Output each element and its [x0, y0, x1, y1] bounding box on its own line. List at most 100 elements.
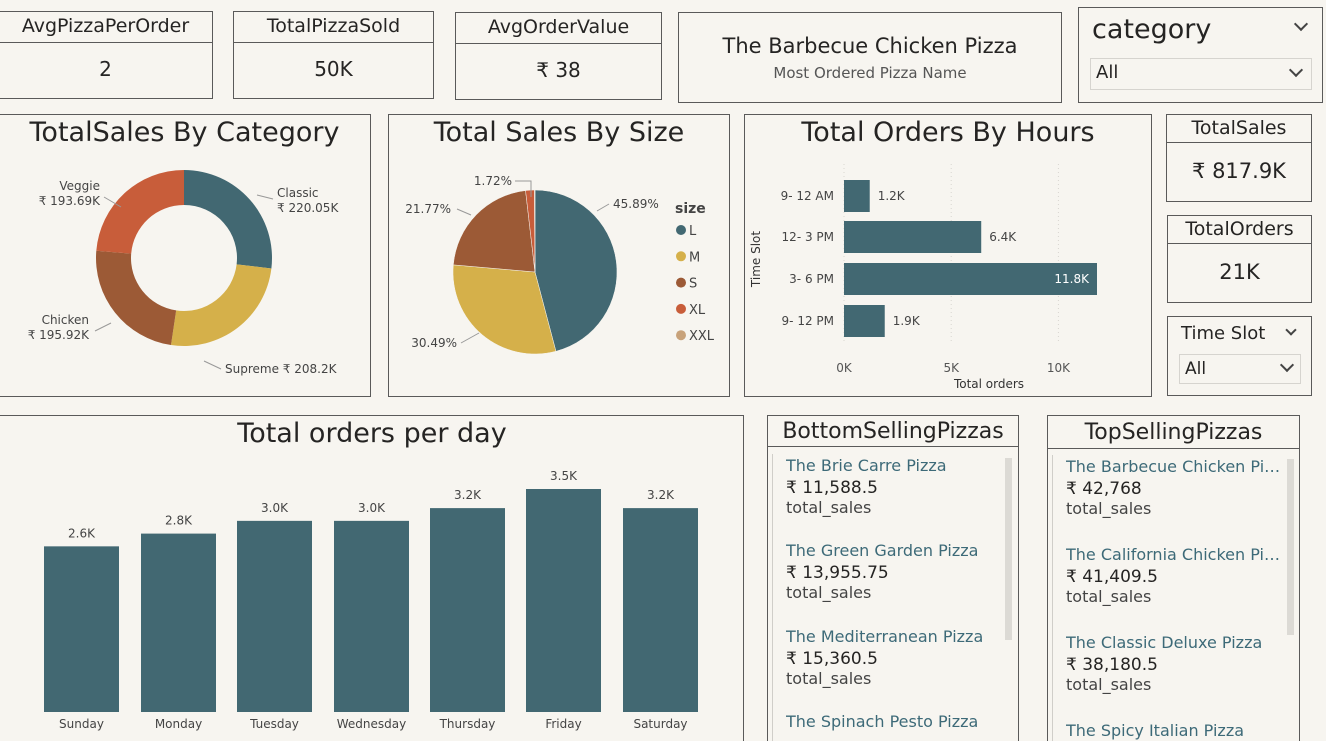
time-slot-dropdown[interactable]: All	[1179, 354, 1301, 384]
legend-title: size	[675, 201, 706, 217]
day-bar	[44, 546, 119, 712]
leader-line	[256, 194, 274, 200]
legend-dot-icon	[676, 277, 686, 288]
kpi-value: 21K	[1219, 260, 1260, 284]
category-pie-panel: TotalSales By Category Classic ₹ 220.05K S…	[0, 114, 371, 397]
day-bar	[141, 533, 216, 712]
bottom-selling-panel: BottomSellingPizzas The Brie Carre Pizza…	[767, 415, 1019, 741]
day-bar	[623, 508, 698, 712]
kpi-label: TotalPizzaSold	[234, 12, 433, 43]
pizza-sales-label: total_sales	[786, 498, 872, 517]
leader-line	[460, 332, 480, 344]
bar-value-label: 1.2K	[878, 189, 906, 203]
legend-dot-icon	[676, 303, 686, 314]
y-axis-label: Time Slot	[749, 231, 763, 288]
kpi-most-ordered-pizza: The Barbecue Chicken Pizza Most Ordered …	[678, 12, 1062, 103]
pizza-sales-label: total_sales	[786, 669, 872, 688]
slice-value-label: ₹ 220.05K	[277, 201, 339, 215]
list-scrollbar[interactable]	[1005, 458, 1012, 640]
x-tick-label: Monday	[155, 717, 202, 731]
slice-category-label: Classic	[277, 186, 319, 200]
category-slice-veggie	[96, 170, 184, 254]
pizza-sales: ₹ 11,588.5	[786, 478, 878, 498]
bar-value-label: 11.8K	[1054, 272, 1090, 286]
list-item[interactable]: The Barbecue Chicken Pizza ₹ 42,768 tota…	[1053, 457, 1283, 518]
bar-value-label: 6.4K	[989, 230, 1017, 244]
chevron-down-icon	[1279, 357, 1295, 373]
bar-value-label: 3.5K	[550, 469, 578, 483]
pizza-name: The Green Garden Pizza	[786, 541, 979, 560]
kpi-label: TotalOrders	[1168, 216, 1311, 244]
kpi-value: 50K	[314, 57, 353, 81]
slicer-collapse-chevron-icon[interactable]	[1293, 16, 1309, 32]
x-axis-label: Total orders	[953, 377, 1024, 391]
list-title: BottomSellingPizzas	[768, 416, 1018, 447]
x-tick-label: Friday	[545, 717, 581, 731]
bar-value-label: 3.0K	[358, 501, 386, 515]
pizza-sales: ₹ 41,409.5	[1066, 567, 1158, 587]
kpi-value: 2	[99, 57, 112, 81]
time-slot-slicer: Time Slot All	[1167, 316, 1312, 396]
kpi-total-sales: TotalSales ₹ 817.9K	[1166, 114, 1312, 202]
category-slicer: category All	[1078, 7, 1323, 103]
slicer-title: Time Slot	[1181, 323, 1266, 344]
bar-value-label: 1.9K	[893, 314, 921, 328]
slice-label: 21.77%	[405, 202, 451, 216]
list-item[interactable]: The Spicy Italian Pizza	[1053, 721, 1283, 740]
list-scrollbar[interactable]	[1287, 459, 1294, 635]
legend-label: XL	[689, 303, 706, 318]
pizza-sales-label: total_sales	[786, 583, 872, 602]
bottom-selling-list[interactable]: The Brie Carre Pizza ₹ 11,588.5 total_sa…	[772, 454, 1016, 741]
kpi-avg-pizza-per-order: AvgPizzaPerOrder 2	[0, 11, 213, 99]
pizza-name: The Classic Deluxe Pizza	[1066, 633, 1263, 652]
size-slice-s	[453, 190, 536, 273]
x-tick-label: Sunday	[59, 717, 104, 731]
list-item[interactable]: The Spinach Pesto Pizza	[773, 712, 1003, 731]
top-selling-list[interactable]: The Barbecue Chicken Pizza ₹ 42,768 tota…	[1052, 455, 1297, 741]
kpi-total-orders: TotalOrders 21K	[1167, 215, 1312, 303]
x-tick-label: Tuesday	[249, 717, 299, 731]
kpi-label: TotalSales	[1167, 115, 1311, 143]
category-dropdown[interactable]: All	[1090, 58, 1312, 90]
kpi-label: Most Ordered Pizza Name	[773, 64, 967, 82]
hours-bar-chart: 0K 5K 10K 9- 12 AM 1.2K 12- 3 PM 6.4K 3- 6 PM 11…	[749, 164, 1097, 391]
day-bar-panel: Total orders per day 2.6K Sunday 2.8K Monda…	[0, 415, 744, 741]
kpi-value: ₹ 817.9K	[1192, 159, 1286, 183]
slice-category-label: Chicken	[42, 313, 89, 327]
list-title: TopSellingPizzas	[1048, 416, 1299, 449]
top-selling-panel: TopSellingPizzas The Barbecue Chicken Pi…	[1047, 415, 1300, 741]
slice-category-label: Veggie	[59, 179, 100, 193]
leader-line	[596, 203, 610, 212]
slice-value-label: ₹ 195.92K	[28, 328, 90, 342]
kpi-total-pizza-sold: TotalPizzaSold 50K	[233, 11, 434, 99]
kpi-value: The Barbecue Chicken Pizza	[722, 34, 1018, 58]
list-item[interactable]: The California Chicken Pizza ₹ 41,409.5 …	[1053, 545, 1283, 606]
x-tick-label: 5K	[943, 361, 960, 375]
y-tick-label: 9- 12 AM	[781, 189, 834, 203]
list-item[interactable]: The Brie Carre Pizza ₹ 11,588.5 total_sa…	[773, 456, 1003, 517]
legend-label: M	[689, 250, 700, 265]
slice-value-label: ₹ 193.69K	[39, 194, 101, 208]
x-tick-label: Thursday	[439, 717, 496, 731]
category-slice-classic	[184, 170, 272, 269]
day-bar	[526, 489, 601, 712]
bar-value-label: 2.6K	[68, 526, 96, 540]
bar-value-label: 3.0K	[261, 501, 289, 515]
y-tick-label: 9- 12 PM	[782, 314, 834, 328]
pizza-name: The Spinach Pesto Pizza	[786, 712, 979, 731]
x-tick-label: Wednesday	[337, 717, 406, 731]
day-bar-chart: 2.6K Sunday 2.8K Monday 3.0K Tuesday 3.0K Wedne…	[44, 469, 698, 731]
pizza-sales: ₹ 15,360.5	[786, 649, 878, 669]
kpi-value: ₹ 38	[536, 58, 581, 82]
dropdown-value: All	[1185, 359, 1207, 379]
list-item[interactable]: The Classic Deluxe Pizza ₹ 38,180.5 tota…	[1053, 633, 1283, 694]
list-item[interactable]: The Mediterranean Pizza ₹ 15,360.5 total…	[773, 627, 1003, 688]
leader-line	[203, 360, 222, 370]
pizza-sales: ₹ 38,180.5	[1066, 655, 1158, 675]
slicer-collapse-chevron-icon[interactable]	[1285, 324, 1297, 336]
list-item[interactable]: The Green Garden Pizza ₹ 13,955.75 total…	[773, 541, 1003, 602]
legend-dot-icon	[676, 225, 686, 235]
category-slice-chicken	[95, 250, 177, 346]
size-pie-panel: Total Sales By Size 45.89% 30.49% 21.77% 1.…	[388, 114, 730, 397]
kpi-avg-order-value: AvgOrderValue ₹ 38	[455, 12, 662, 100]
